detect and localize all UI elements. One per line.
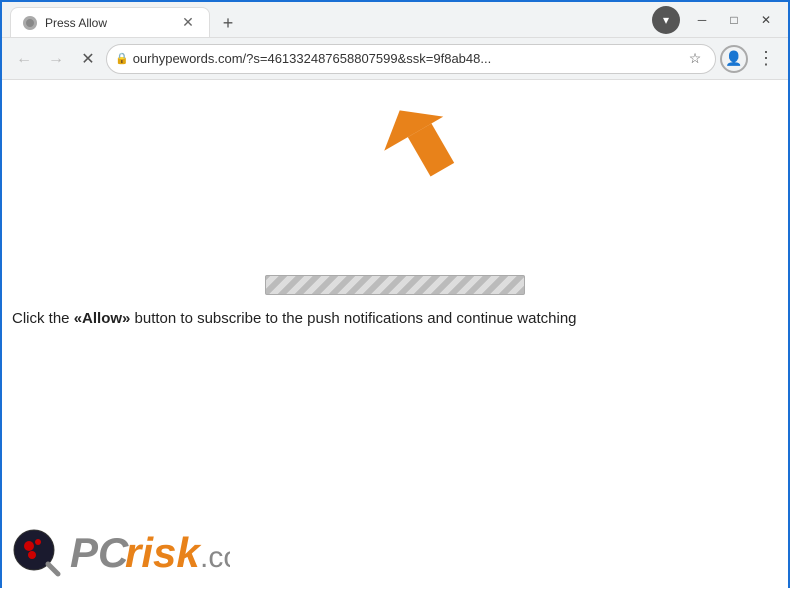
chrome-menu-button[interactable]: ⋮ [752, 45, 780, 73]
close-button[interactable]: ✕ [752, 8, 780, 32]
lock-icon: 🔒 [115, 52, 129, 65]
back-button[interactable]: ← [10, 45, 38, 73]
chrome-dropdown-button[interactable] [652, 6, 680, 34]
address-bar: ← → ✕ 🔒 ourhypewords.com/?s=461332487658… [2, 38, 788, 80]
maximize-button[interactable]: □ [720, 8, 748, 32]
title-bar: Press Allow ✕ + ─ □ ✕ [2, 2, 788, 38]
address-wrapper[interactable]: 🔒 ourhypewords.com/?s=461332487658807599… [106, 44, 716, 74]
instruction-text: Click the «Allow» button to subscribe to… [12, 308, 778, 331]
pcrisk-text: PC risk .com [70, 525, 230, 580]
profile-button[interactable]: 👤 [720, 45, 748, 73]
window-controls: ─ □ ✕ [688, 8, 780, 32]
forward-button[interactable]: → [42, 45, 70, 73]
tab-favicon [23, 16, 37, 30]
instruction-suffix: button to subscribe to the push notifica… [130, 310, 576, 327]
minimize-button[interactable]: ─ [688, 8, 716, 32]
new-tab-button[interactable]: + [214, 9, 242, 37]
arrow-container [371, 100, 491, 205]
pcrisk-logo: PC risk .com [12, 525, 230, 580]
page-content: Click the «Allow» button to subscribe to… [2, 80, 788, 590]
instruction-prefix: Click the [12, 310, 74, 327]
bookmark-star-icon[interactable]: ☆ [683, 47, 707, 71]
svg-text:.com: .com [200, 541, 230, 574]
profile-icon: 👤 [725, 50, 742, 67]
arrow-icon [371, 100, 491, 200]
reload-button[interactable]: ✕ [74, 45, 102, 73]
tab-close-button[interactable]: ✕ [179, 14, 197, 32]
instruction-allow: «Allow» [74, 310, 131, 327]
tab-title: Press Allow [45, 16, 171, 30]
tab-area: Press Allow ✕ + [10, 2, 644, 37]
svg-text:PC: PC [70, 529, 129, 575]
pcrisk-icon [12, 528, 62, 578]
url-display: ourhypewords.com/?s=461332487658807599&s… [133, 51, 679, 66]
svg-text:risk: risk [125, 529, 202, 575]
progress-bar [265, 275, 525, 295]
progress-area [265, 275, 525, 295]
active-tab[interactable]: Press Allow ✕ [10, 7, 210, 37]
